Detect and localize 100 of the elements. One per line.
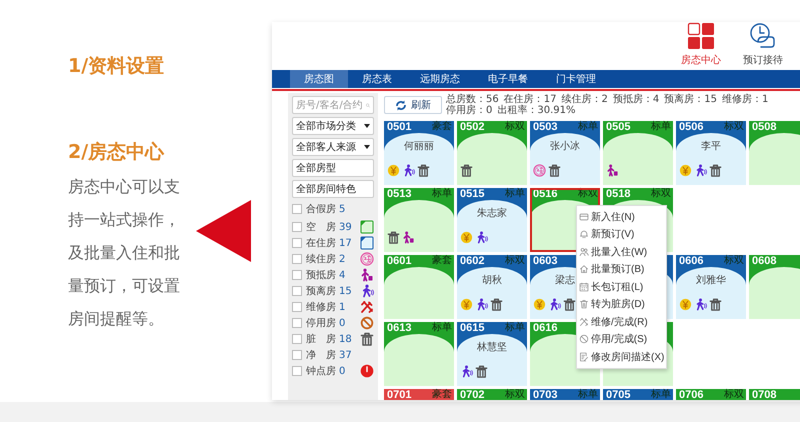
nav-tab[interactable]: 门卡管理 (542, 70, 610, 88)
filter-count: 4 (339, 270, 346, 280)
walking-person-icon (694, 164, 707, 177)
nav-tab[interactable]: 房态图 (290, 70, 348, 88)
room-card[interactable]: 0501 豪套 何丽丽 (384, 121, 454, 185)
stamp-icon (360, 252, 374, 266)
room-card[interactable]: 0601 豪套 (384, 255, 454, 319)
toolbar-button[interactable]: 预订接待 (739, 22, 787, 67)
room-card[interactable]: 0701 豪套 (384, 389, 454, 400)
filter-label: 钟点房 (306, 364, 336, 378)
room-card[interactable]: 0506 标双 李平 (676, 121, 746, 185)
room-type: 标单 (432, 188, 452, 200)
caret-icon (364, 145, 370, 149)
room-number: 0615 (460, 322, 484, 335)
guest-name: 胡秋 (482, 274, 502, 287)
filter-count: 0 (339, 318, 346, 328)
filter-count: 1 (339, 302, 346, 312)
bell-icon (579, 229, 589, 240)
section-heading: 2/房态中心 (68, 140, 166, 164)
clock-icon (360, 364, 374, 378)
checkbox[interactable] (292, 334, 302, 344)
stat-text: 总房数：56 (446, 94, 499, 105)
room-number: 0708 (752, 389, 776, 400)
dropdown[interactable]: 全部客人来源 (292, 138, 374, 156)
room-number: 0706 (679, 389, 704, 400)
checkbox[interactable] (292, 238, 302, 248)
refresh-button[interactable]: 刷新 (384, 96, 442, 114)
room-card[interactable]: 0503 标单 张小冰 (530, 121, 600, 185)
guest-name: 张小冰 (550, 140, 580, 153)
refresh-icon (395, 100, 407, 110)
coin-icon (387, 164, 400, 177)
room-number: 0506 (679, 121, 704, 134)
coin-icon (460, 231, 473, 244)
filter-label: 脏 房 (306, 332, 336, 346)
trash-icon (387, 231, 400, 244)
filter-label: 续住房 (306, 252, 336, 266)
room-number: 0502 (460, 121, 484, 134)
checkbox[interactable] (292, 318, 302, 328)
search-icon (366, 100, 370, 110)
checkbox[interactable] (292, 286, 302, 296)
room-type: 标单 (651, 121, 671, 133)
room-number: 0601 (387, 255, 412, 268)
trash-icon (709, 298, 722, 311)
room-card[interactable]: 0706 标双 (676, 389, 746, 400)
room-card[interactable]: 0602 标双 胡秋 (457, 255, 527, 319)
checkbox[interactable] (292, 254, 302, 264)
coin-icon (533, 298, 546, 311)
square-icon (360, 220, 374, 234)
guest-name: 刘雅华 (696, 274, 726, 287)
filter-count: 17 (339, 238, 352, 248)
room-card[interactable]: 0702 标双 (457, 389, 527, 400)
toolbar-button[interactable]: 房态中心 (677, 22, 725, 67)
nav-tab[interactable]: 电子早餐 (474, 70, 542, 88)
room-number: 0608 (752, 255, 776, 268)
room-card[interactable]: 0703 标单 (530, 389, 600, 400)
checkbox[interactable] (292, 350, 302, 360)
filter-label: 预抵房 (306, 268, 336, 282)
checkbox[interactable] (292, 302, 302, 312)
room-type: 标双 (651, 188, 671, 200)
guest-name: 朱志家 (477, 206, 507, 220)
nav-tab[interactable]: 远期房态 (406, 70, 474, 88)
room-card[interactable]: 0615 标单 林慧坚 (457, 322, 527, 386)
room-type: 豪套 (432, 255, 452, 267)
checkbox[interactable] (292, 204, 302, 214)
room-number: 0606 (679, 255, 704, 268)
checkbox[interactable] (292, 366, 302, 376)
room-type: 豪套 (432, 389, 452, 400)
trash-icon (563, 298, 576, 311)
stat-text: 续住房：2 (561, 94, 608, 105)
square-icon (360, 236, 374, 250)
person-luggage-icon (606, 164, 619, 177)
room-type: 标双 (505, 121, 525, 133)
room-card[interactable]: 0513 标单 (384, 188, 454, 252)
room-card[interactable]: 0606 标双 刘雅华 (676, 255, 746, 319)
room-type: 标双 (505, 255, 525, 267)
room-card[interactable]: 0505 标单 (603, 121, 673, 185)
filter-field[interactable]: 全部房间特色 (292, 180, 374, 198)
room-number: 0518 (606, 188, 630, 201)
checkbox[interactable] (292, 270, 302, 280)
room-number: 0508 (752, 121, 776, 134)
person-luggage-icon (402, 231, 415, 244)
room-card[interactable]: 0705 标单 (603, 389, 673, 400)
stat-text: 预离房：15 (664, 94, 717, 105)
room-number: 0515 (460, 188, 484, 201)
room-card[interactable]: 0613 标单 (384, 322, 454, 386)
filter-field[interactable]: 全部房型 (292, 159, 374, 177)
room-card[interactable]: 0515 标单 朱志家 (457, 188, 527, 252)
section-heading: 1/资料设置 (68, 54, 166, 78)
room-type: 标单 (505, 322, 525, 334)
room-type: 标双 (505, 389, 525, 400)
filter-label: 在住房 (306, 236, 336, 250)
checkbox[interactable] (292, 222, 302, 232)
nav-tab[interactable]: 房态表 (348, 70, 406, 88)
filter-count: 37 (339, 350, 352, 360)
room-card[interactable]: 0502 标双 (457, 121, 527, 185)
room-type: 标单 (651, 389, 671, 400)
stat-text: 预抵房：4 (612, 94, 660, 105)
trash-icon (360, 332, 374, 346)
ban-icon (579, 334, 589, 344)
dropdown[interactable]: 全部市场分类 (292, 117, 374, 135)
